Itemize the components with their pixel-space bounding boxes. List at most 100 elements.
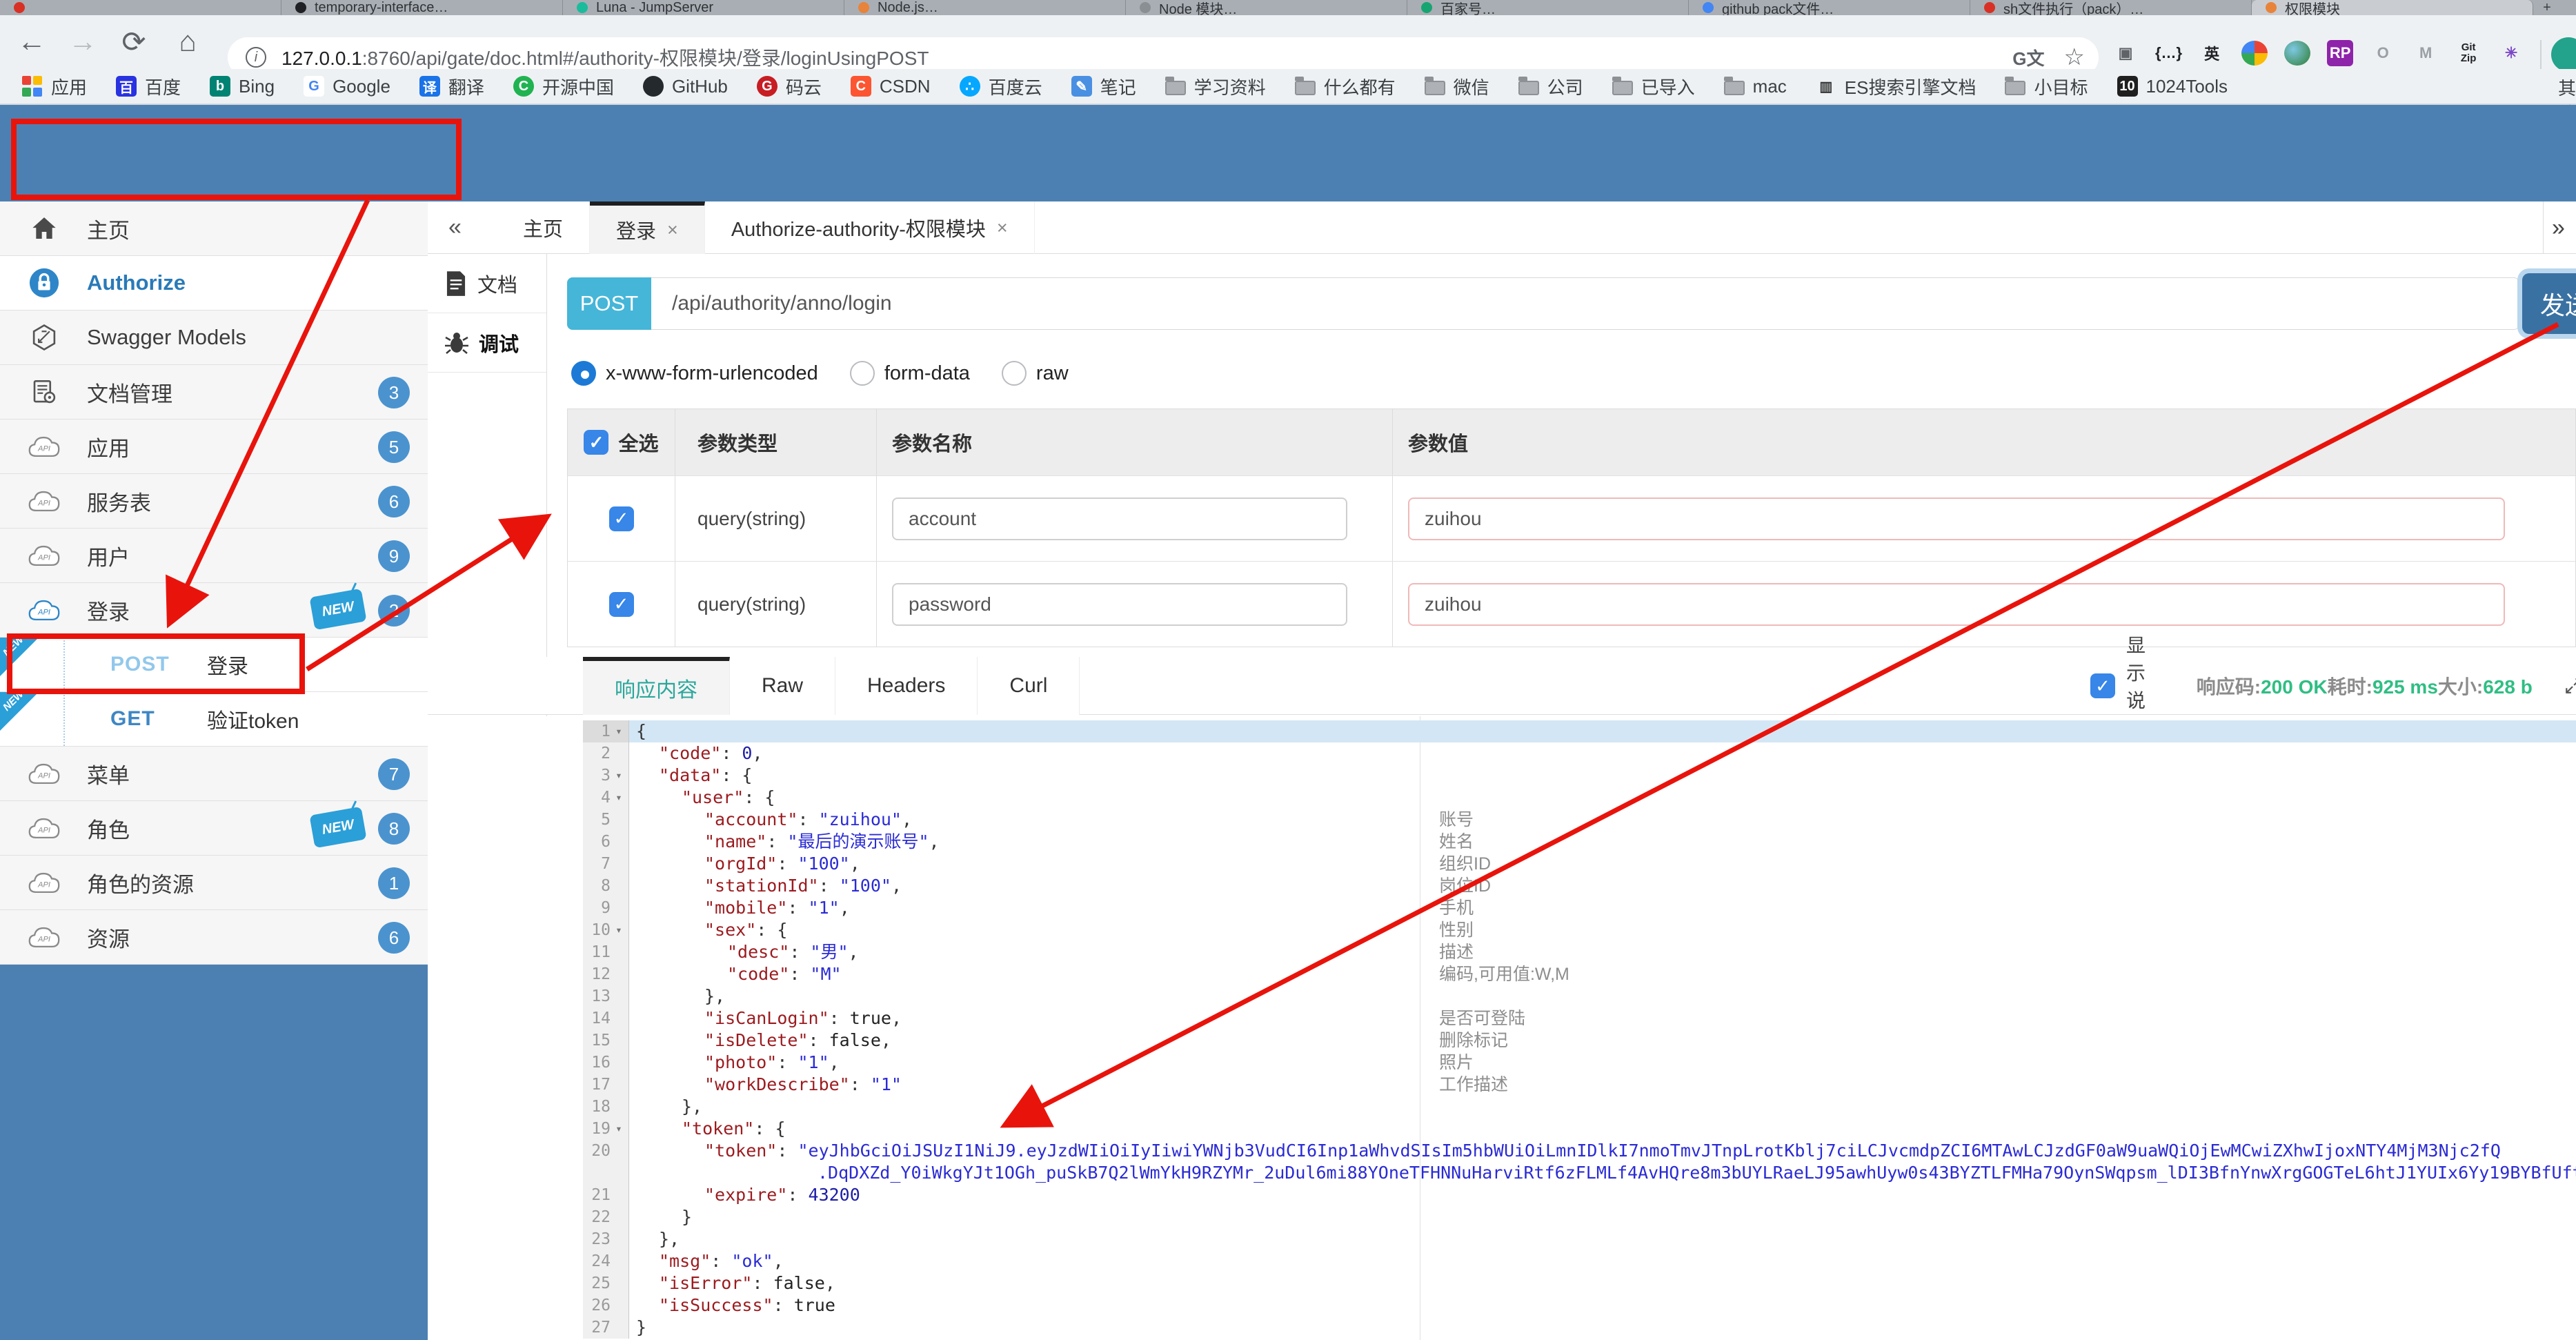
bookmark-item[interactable]: ∴ 百度云 <box>959 74 1042 99</box>
page-tab[interactable]: Authorize-authority-权限模块 × <box>705 201 1035 254</box>
sidebar-item[interactable]: API 用户 9 <box>0 529 428 583</box>
qrcode-icon[interactable]: ▣ <box>2112 40 2139 66</box>
new-tab-button[interactable]: + <box>2533 0 2561 15</box>
browser-tab[interactable]: sh文件执行（pack）… <box>1970 0 2252 15</box>
bookmark-item[interactable]: 10 1024Tools <box>2117 76 2228 97</box>
row-checkbox[interactable]: ✓ <box>608 506 634 531</box>
param-name-input[interactable] <box>892 497 1347 540</box>
browser-tab[interactable]: Node 模块… <box>1126 0 1407 15</box>
param-value-input[interactable] <box>1408 497 2505 540</box>
profile-avatar[interactable] <box>2551 37 2576 72</box>
bookmark-item[interactable]: G Google <box>304 76 390 97</box>
fold-caret-icon[interactable]: ▾ <box>611 1118 627 1140</box>
fold-caret-icon[interactable]: ▾ <box>611 919 627 941</box>
content-type-option[interactable]: form-data <box>849 361 970 386</box>
browser-tab[interactable] <box>0 0 281 15</box>
sidebar-item[interactable]: API 服务表 6 <box>0 474 428 529</box>
bookmark-item[interactable]: mac <box>1723 76 1787 97</box>
sidebar-item[interactable]: Swagger Models <box>0 311 428 365</box>
send-button[interactable]: 发送 <box>2522 273 2576 334</box>
browser-tab[interactable]: Luna - JumpServer <box>563 0 844 15</box>
sidebar-item[interactable]: API 角色 NEW 8 <box>0 801 428 856</box>
sidebar-endpoint-get[interactable]: NEW GET 验证token <box>0 688 428 747</box>
site-info-icon[interactable]: i <box>246 47 266 68</box>
bookmark-item[interactable]: ✎ 笔记 <box>1071 74 1136 99</box>
colorful-wheel-icon[interactable] <box>2241 41 2268 66</box>
sidebar-item[interactable]: API 角色的资源 1 <box>0 856 428 910</box>
browser-tab[interactable]: temporary-interface… <box>281 0 563 15</box>
line-number: 12 <box>591 965 611 983</box>
asterisk-icon[interactable]: ✳ <box>2498 40 2524 66</box>
bookmark-item[interactable]: 微信 <box>1424 74 1489 99</box>
response-tab[interactable]: Curl <box>978 657 1080 715</box>
page-tab[interactable]: 主页 <box>497 201 591 254</box>
sidebar-item[interactable]: API 应用 5 <box>0 420 428 474</box>
bookmark-item[interactable]: 已导入 <box>1612 74 1695 99</box>
sidebar: 主页 Authorize Swagger Models 文档管理 3 API 应用 5 API 服… <box>0 201 428 965</box>
gitzip-icon[interactable]: Git Zip <box>2455 40 2481 66</box>
reload-icon[interactable]: ⟳ <box>115 25 153 59</box>
content-type-option[interactable]: raw <box>1001 361 1069 386</box>
response-tab[interactable]: Headers <box>835 657 978 715</box>
param-value-input[interactable] <box>1408 582 2505 626</box>
sidebar-item[interactable]: Authorize <box>0 256 428 311</box>
fold-caret-icon[interactable]: ▾ <box>611 765 627 787</box>
sidebar-item[interactable]: 文档管理 3 <box>0 365 428 420</box>
bookmark-item[interactable]: C 开源中国 <box>513 74 614 99</box>
sidebar-item[interactable]: API 菜单 7 <box>0 747 428 801</box>
response-tab[interactable]: 响应内容 <box>583 657 730 715</box>
bookmark-item[interactable]: 译翻译 <box>419 74 484 99</box>
bookmark-item[interactable]: G 码云 <box>756 74 822 99</box>
o-ring-icon[interactable]: O <box>2370 40 2396 66</box>
bookmark-item[interactable]: C CSDN <box>850 76 931 97</box>
bookmark-star-icon[interactable]: ☆ <box>2064 43 2085 71</box>
expand-tabs-icon[interactable]: » <box>2543 201 2573 254</box>
select-all-checkbox[interactable]: ✓ <box>584 430 609 455</box>
bookmark-label: ES搜索引擎文档 <box>1844 77 1976 98</box>
forward-icon[interactable]: → <box>63 25 102 58</box>
browser-tab[interactable]: 百家号… <box>1407 0 1689 15</box>
bookmark-item[interactable]: 百百度 <box>116 74 181 99</box>
browser-tab[interactable]: github pack文件… <box>1689 0 1970 15</box>
json-viewer-icon[interactable]: {…} <box>2155 40 2182 66</box>
row-checkbox[interactable]: ✓ <box>608 591 634 617</box>
globe-icon[interactable] <box>2284 41 2311 66</box>
bookmark-item[interactable]: ▥ ES搜索引擎文档 <box>1816 74 1976 99</box>
translate-icon[interactable]: G文 <box>2012 45 2044 70</box>
bookmark-item[interactable]: 小目标 <box>2005 74 2088 99</box>
content-type-option[interactable]: x-www-form-urlencoded <box>571 361 818 386</box>
token: "男" <box>810 942 849 962</box>
sidebar-item[interactable]: API 资源 6 <box>0 910 428 965</box>
response-editor[interactable]: 1 ▾{2 "code": 0, 3 ▾ "data": {4 ▾ "user": {5 "ac… <box>583 716 2576 1340</box>
back-icon[interactable]: ← <box>12 25 51 58</box>
translate-en-icon[interactable]: 英 <box>2199 40 2225 66</box>
browser-tab[interactable]: Node.js… <box>844 0 1126 15</box>
rp-icon[interactable]: RP <box>2327 40 2354 66</box>
bookmark-item[interactable]: 应用 <box>22 74 87 99</box>
bookmark-item[interactable]: 公司 <box>1518 74 1583 99</box>
svg-text:API: API <box>37 444 50 453</box>
collapse-sidebar-icon[interactable]: « <box>448 214 462 241</box>
browser-tab[interactable]: 权限模块 <box>2252 0 2533 15</box>
close-tab-icon[interactable]: × <box>667 219 678 241</box>
sidebar-endpoint-post[interactable]: NEW POST 登录 <box>0 633 428 692</box>
sidebar-item[interactable]: 主页 <box>0 201 428 256</box>
fullscreen-icon[interactable] <box>2564 671 2576 701</box>
code-line: 25 "isError": false, <box>583 1272 2576 1294</box>
page-tab[interactable]: 登录 × <box>590 201 705 254</box>
bookmark-item[interactable]: 学习资料 <box>1165 74 1266 99</box>
fold-caret-icon[interactable]: ▾ <box>611 720 627 742</box>
param-name-input[interactable] <box>892 582 1347 626</box>
sidebar-item[interactable]: API 登录 NEW 2 <box>0 583 428 638</box>
home-icon[interactable]: ⌂ <box>168 25 207 58</box>
bookmark-item[interactable]: GitHub <box>642 76 728 97</box>
tab-debug[interactable]: 调试 <box>428 313 546 373</box>
show-desc-checkbox[interactable]: ✓ <box>2090 673 2115 698</box>
response-tab[interactable]: Raw <box>730 657 836 715</box>
fold-caret-icon[interactable]: ▾ <box>611 787 627 809</box>
tab-document[interactable]: 文档 <box>428 254 546 313</box>
bookmark-item[interactable]: b Bing <box>210 76 275 97</box>
close-tab-icon[interactable]: × <box>997 217 1008 239</box>
bookmark-item[interactable]: 什么都有 <box>1294 74 1396 99</box>
m-chevron-icon[interactable]: M <box>2412 40 2439 66</box>
